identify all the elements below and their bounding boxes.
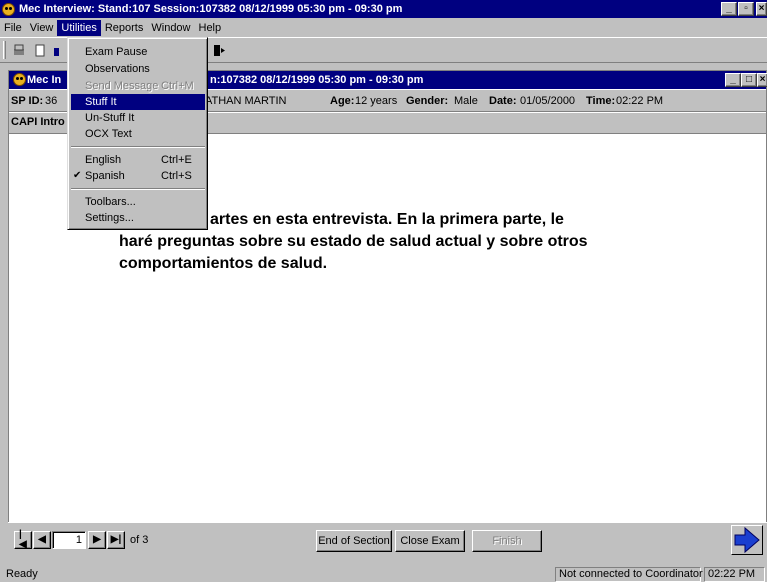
question-line-2: haré preguntas sobre su estado de salud …	[119, 233, 588, 250]
checkmark-icon: ✔	[73, 170, 82, 181]
cut-icon[interactable]	[12, 43, 26, 57]
interview-title-start: Mec In	[27, 74, 62, 86]
menu-item-ocx-text[interactable]: OCX Text	[71, 126, 205, 142]
child-minimize-icon[interactable]: _	[725, 73, 741, 87]
menu-item-exam-pause[interactable]: Exam Pause	[71, 44, 205, 60]
status-time: 02:22 PM	[704, 567, 765, 582]
last-page-button[interactable]: ▶|	[107, 531, 125, 549]
next-arrow-icon	[734, 526, 760, 554]
age-label: Age:	[330, 95, 355, 107]
menu-separator	[71, 146, 205, 148]
child-maximize-icon[interactable]: □	[741, 73, 757, 87]
app-titlebar: Mec Interview: Stand:107 Session:107382 …	[0, 0, 767, 18]
menu-reports[interactable]: Reports	[101, 20, 148, 36]
time-label: Time:	[586, 95, 616, 107]
window-face-icon[interactable]	[13, 73, 26, 86]
menu-utilities[interactable]: Utilities	[57, 19, 101, 36]
prev-page-icon: ◀	[38, 534, 46, 545]
next-page-icon: ▶	[93, 534, 101, 545]
app-face-icon[interactable]	[2, 2, 15, 16]
menu-item-settings[interactable]: Settings...	[71, 210, 205, 226]
menu-item-english[interactable]: English Ctrl+E	[71, 152, 205, 168]
menu-item-toolbars[interactable]: Toolbars...	[71, 194, 205, 210]
page-number-input[interactable]: 1	[52, 531, 86, 549]
question-text: artes en esta entrevista. En la primera …	[119, 209, 719, 275]
prev-page-button[interactable]: ◀	[33, 531, 51, 549]
participant-name: ATHAN MARTIN	[205, 95, 287, 107]
end-of-section-button[interactable]: End of Section	[316, 530, 392, 552]
menu-bar: File View Utilities Reports Window Help	[0, 19, 767, 36]
date-label: Date:	[489, 95, 517, 107]
menu-file[interactable]: File	[0, 20, 26, 36]
status-connection: Not connected to Coordinator	[555, 567, 703, 582]
section-title: CAPI Intro	[11, 116, 65, 128]
finish-button[interactable]: Finish	[472, 530, 542, 552]
menu-item-un-stuff-it[interactable]: Un-Stuff It	[71, 110, 205, 126]
exit-door-icon[interactable]	[212, 43, 226, 57]
sp-id-value: 36	[45, 95, 58, 107]
date-value: 01/05/2000	[520, 95, 576, 107]
first-page-icon: |◀	[19, 529, 27, 550]
close-icon[interactable]: ×	[756, 2, 767, 16]
menu-item-observations[interactable]: Observations	[71, 61, 205, 77]
gender-value: Male	[454, 95, 478, 107]
menu-item-spanish[interactable]: ✔ Spanish Ctrl+S	[71, 168, 205, 184]
next-question-button[interactable]	[731, 525, 763, 555]
app-title: Mec Interview: Stand:107 Session:107382 …	[19, 3, 403, 15]
last-page-icon: ▶|	[110, 534, 122, 545]
restore-icon[interactable]: ▫	[738, 2, 754, 16]
menu-window[interactable]: Window	[147, 20, 194, 36]
menu-item-send-message[interactable]: Send Message Ctrl+M	[71, 78, 205, 94]
status-bar: Ready Not connected to Coordinator 02:22…	[0, 566, 767, 582]
page-count-label: of 3	[130, 534, 149, 546]
utilities-dropdown: Exam Pause Observations Send Message Ctrl…	[67, 37, 208, 230]
question-line-3: comportamientos de salud.	[119, 255, 328, 272]
sp-id-label: SP ID:	[11, 95, 44, 107]
age-value: 12 years	[355, 95, 398, 107]
minimize-icon[interactable]: _	[721, 2, 737, 16]
question-line-1: artes en esta entrevista. En la primera …	[210, 211, 564, 228]
clipboard-icon[interactable]	[33, 43, 47, 57]
time-value: 02:22 PM	[616, 95, 664, 107]
menu-item-stuff-it[interactable]: Stuff It	[71, 94, 205, 110]
close-exam-button[interactable]: Close Exam	[395, 530, 465, 552]
interview-title-end: n:107382 08/12/1999 05:30 pm - 09:30 pm	[210, 74, 424, 86]
child-close-icon[interactable]: ×	[757, 73, 767, 87]
toolbar-grip[interactable]	[3, 41, 6, 59]
menu-help[interactable]: Help	[195, 20, 226, 36]
menu-view[interactable]: View	[26, 20, 58, 36]
navigation-bar: |◀ ◀ 1 ▶ ▶| of 3 End of Section Close Ex…	[8, 522, 767, 556]
first-page-button[interactable]: |◀	[14, 529, 32, 550]
next-page-button[interactable]: ▶	[88, 531, 106, 549]
toolbar-blue-icon[interactable]	[50, 43, 64, 57]
status-ready: Ready	[6, 568, 38, 580]
gender-label: Gender:	[406, 95, 449, 107]
menu-separator	[71, 188, 205, 190]
